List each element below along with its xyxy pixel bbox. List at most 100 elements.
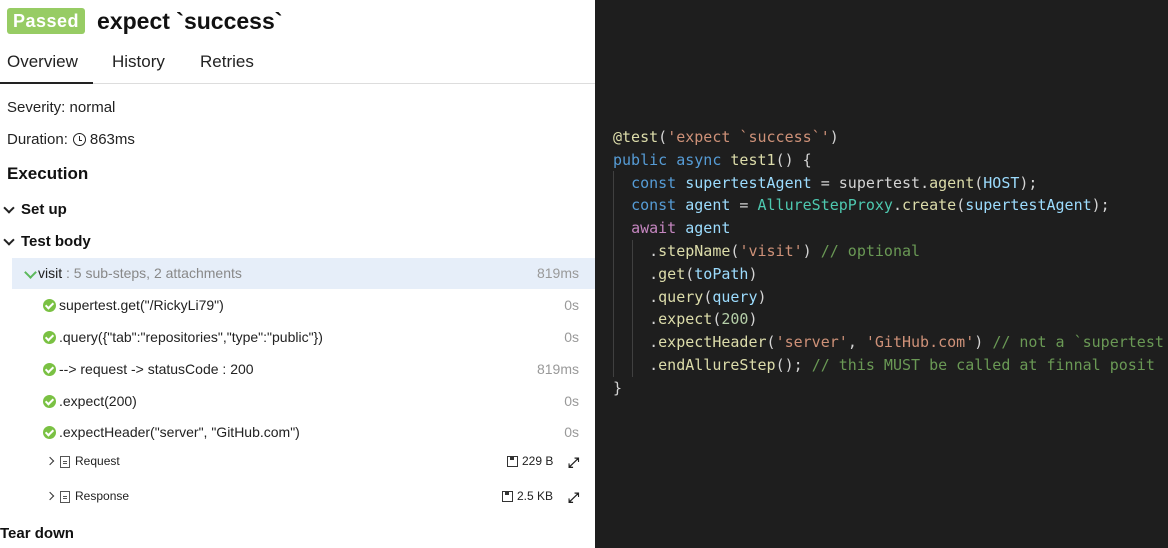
check-circle-icon [43, 331, 56, 344]
code-token: } [613, 378, 623, 397]
code-token: test1 [730, 150, 776, 169]
substep-row[interactable]: supertest.get("/RickyLi79") 0s [43, 295, 595, 319]
setup-toggle[interactable]: Set up [0, 201, 67, 218]
attachment-name: Response [75, 489, 130, 503]
tab-retries[interactable]: Retries [200, 52, 254, 72]
step-visit-summary: : 5 sub-steps, 2 attachments [62, 265, 242, 281]
step-visit-name: visit [38, 265, 63, 281]
substep-label: .expectHeader("server", "GitHub.com") [59, 424, 300, 440]
code-token: . [613, 333, 659, 352]
setup-label: Set up [21, 201, 67, 218]
substep-label: supertest.get("/RickyLi79") [59, 297, 224, 313]
floppy-disk-icon [507, 455, 518, 467]
file-icon [60, 456, 70, 468]
teardown-toggle[interactable]: Tear down [0, 525, 74, 542]
code-token: get [658, 264, 686, 283]
substep-row[interactable]: --> request -> statusCode : 200 819ms [43, 359, 595, 383]
chevron-right-icon [45, 456, 55, 466]
step-visit[interactable]: visit : 5 sub-steps, 2 attachments 819ms [12, 258, 595, 289]
code-token: ( [658, 128, 668, 146]
code-token: query [658, 287, 704, 306]
attachment-size: 229 B [507, 454, 553, 468]
code-token: const [631, 196, 686, 215]
code-token: endAllureStep [658, 355, 776, 374]
code-token: () { [775, 150, 812, 169]
code-token: expect [658, 310, 713, 329]
code-line: await agent [613, 217, 1164, 240]
code-token: 200 [721, 310, 749, 329]
teardown-label: Tear down [0, 525, 74, 542]
tab-bar: Overview History Retries [0, 44, 595, 84]
substep-row[interactable]: .expect(200) 0s [43, 391, 595, 415]
code-token: . [613, 355, 659, 374]
code-token: query [712, 287, 758, 306]
code-token: ) [748, 310, 758, 329]
code-token: // this MUST be called at finnal posit [811, 355, 1155, 374]
substep-label: --> request -> statusCode : 200 [59, 361, 254, 377]
code-token: const [631, 173, 686, 192]
substep-duration: 0s [564, 393, 579, 409]
code-token: stepName [658, 241, 731, 260]
duration-line: Duration: 863ms [7, 131, 135, 148]
code-token: public [613, 150, 677, 169]
code-token: . [613, 264, 659, 283]
file-icon [60, 491, 70, 503]
page-title: expect `success` [97, 7, 283, 34]
code-line: const agent = AllureStepProxy.create(sup… [613, 194, 1164, 217]
step-duration: 819ms [536, 265, 579, 281]
code-token: ( [974, 173, 984, 192]
code-token: HOST [983, 173, 1020, 192]
chevron-down-icon [3, 233, 15, 246]
status-badge: Passed [7, 8, 86, 34]
substep-label: .expect(200) [59, 393, 137, 409]
code-token: 'server' [775, 333, 848, 352]
code-token: // optional [820, 241, 921, 260]
substep-row[interactable]: .query({"tab":"repositories","type":"pub… [43, 327, 595, 351]
tab-history[interactable]: History [112, 52, 165, 72]
code-token: . [613, 310, 659, 329]
code-line: .endAllureStep(); // this MUST be called… [613, 354, 1164, 377]
code-token: . [920, 173, 930, 192]
attachment-request[interactable]: Request 229 B ⤢ [45, 452, 595, 474]
expand-arrows-icon[interactable]: ⤢ [568, 490, 579, 504]
code-line: .get(toPath) [613, 263, 1164, 286]
duration-label: Duration: [7, 131, 68, 148]
check-circle-icon [43, 395, 56, 408]
code-token: agent [685, 219, 731, 238]
code-token: expectHeader [658, 333, 767, 352]
code-token: @test [613, 128, 659, 146]
code-token: ); [1091, 196, 1110, 215]
code-token: supertest [838, 173, 921, 192]
severity-line: Severity: normal [7, 99, 115, 116]
code-token: (); [775, 355, 812, 374]
code-panel: @test('expect `success`') public async te… [595, 0, 1168, 548]
code-token: ( [956, 196, 966, 215]
code-token: agent [929, 173, 975, 192]
duration-value: 863ms [89, 131, 135, 148]
tab-overview[interactable]: Overview [0, 52, 93, 84]
substep-row[interactable]: .expectHeader("server", "GitHub.com") 0s [43, 422, 595, 446]
substep-duration: 0s [564, 297, 579, 313]
test-body-label: Test body [21, 233, 91, 250]
code-token: AllureStepProxy [757, 196, 893, 215]
code-token: 'visit' [739, 241, 803, 260]
substep-label: .query({"tab":"repositories","type":"pub… [59, 329, 323, 345]
test-body-toggle[interactable]: Test body [0, 233, 91, 250]
expand-arrows-icon[interactable]: ⤢ [568, 455, 579, 469]
attachment-size-value: 229 B [522, 454, 554, 468]
attachment-name: Request [75, 454, 120, 468]
code-token: toPath [694, 264, 749, 283]
test-header: Passed expect `success` [7, 6, 282, 36]
code-token: 'GitHub.com' [865, 333, 975, 352]
code-token: = [811, 173, 839, 192]
code-token: // not a `supertest [992, 333, 1164, 352]
floppy-disk-icon [502, 490, 513, 502]
attachment-response[interactable]: Response 2.5 KB ⤢ [45, 487, 595, 509]
code-line: const supertestAgent = supertest.agent(H… [613, 172, 1164, 195]
code-token: supertestAgent [685, 173, 812, 192]
code-token: create [902, 196, 957, 215]
clock-icon [72, 133, 86, 146]
